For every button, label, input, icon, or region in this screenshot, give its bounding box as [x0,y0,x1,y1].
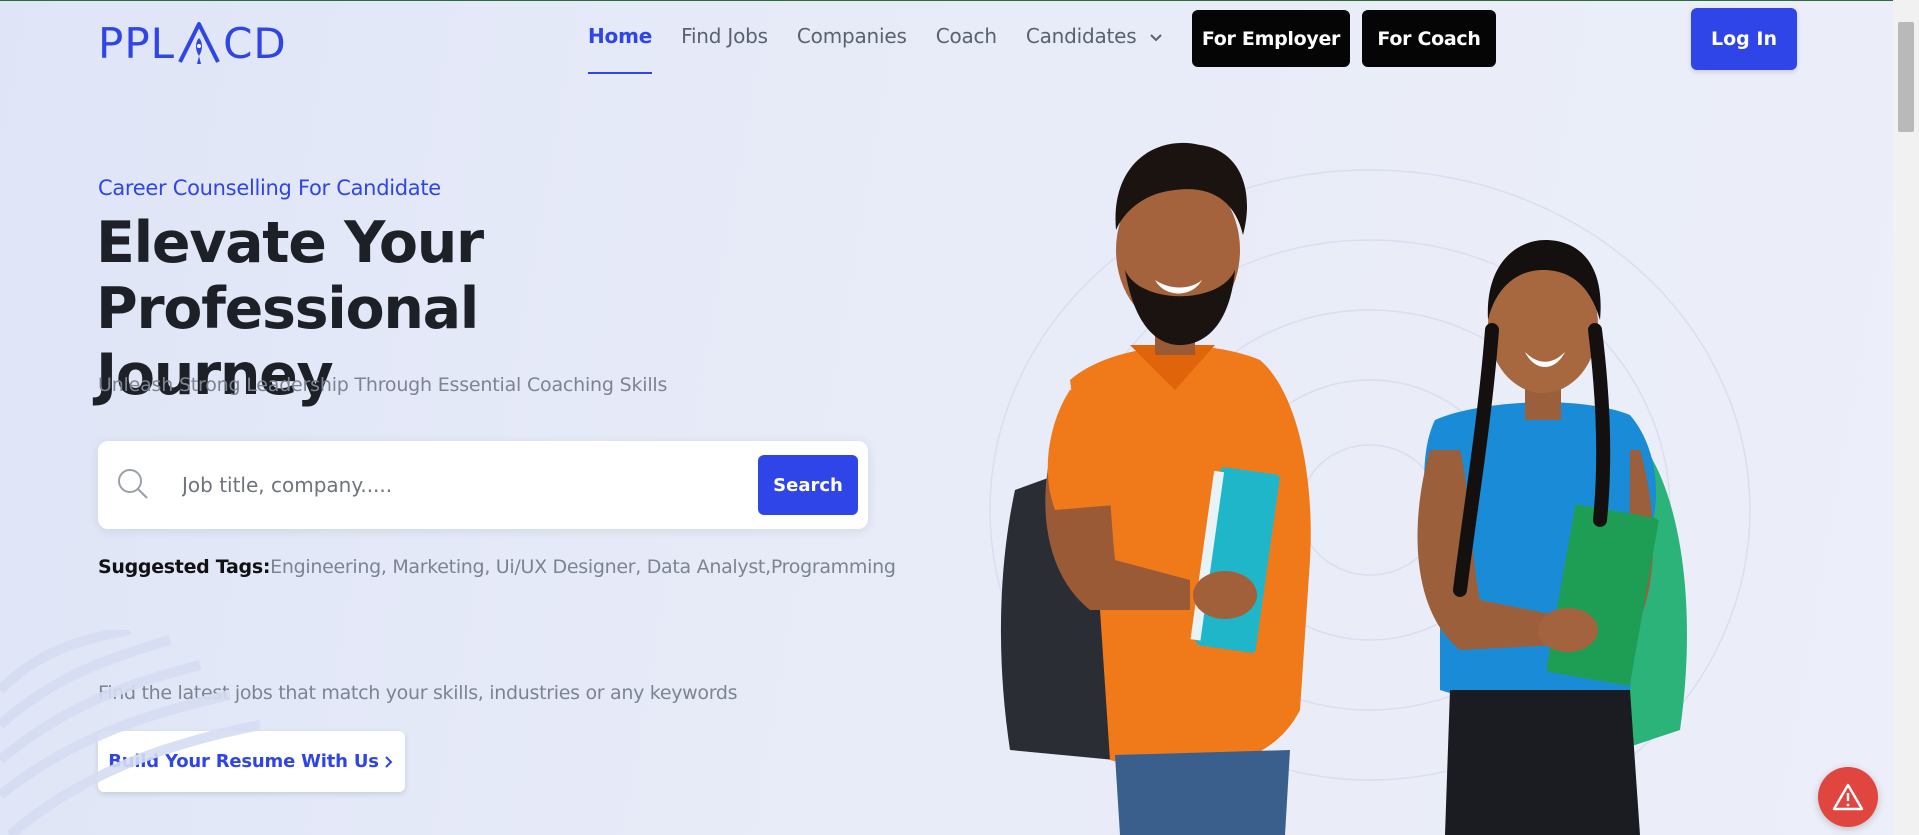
logo-text-right: CD [223,18,287,68]
for-employer-button[interactable]: For Employer [1192,10,1350,67]
hero-eyebrow: Career Counselling For Candidate [98,176,441,200]
search-icon [118,469,148,499]
top-border [0,0,1919,1]
nav-companies[interactable]: Companies [797,24,907,48]
job-search-input[interactable] [182,463,832,507]
suggested-tags-label: Suggested Tags: [98,556,271,578]
login-button[interactable]: Log In [1691,8,1797,70]
warning-icon [1832,783,1864,811]
nav-candidates-dropdown[interactable]: Candidates [1026,24,1163,48]
scrollbar-thumb[interactable] [1898,22,1914,132]
main-nav: Home Find Jobs Companies Coach Candidate… [588,24,1192,74]
suggested-tags-list[interactable]: Engineering, Marketing, Ui/UX Designer, … [270,556,896,578]
headline-line-1: Elevate Your Professional [96,210,484,342]
chevron-down-icon [1149,33,1162,41]
brand-logo[interactable]: PPL CD [98,18,287,68]
page-scrollbar[interactable] [1893,0,1919,835]
chevron-right-icon [385,755,393,768]
search-button[interactable]: Search [758,455,858,515]
report-issue-button[interactable] [1818,767,1878,827]
rocket-a-icon [178,22,220,64]
decorative-waves [0,630,260,835]
nav-home[interactable]: Home [588,24,652,74]
nav-find-jobs[interactable]: Find Jobs [681,24,768,48]
female-student [1417,240,1687,835]
nav-candidates-label: Candidates [1025,24,1137,48]
logo-text-left: PPL [98,18,176,68]
job-search-box: Search [98,441,868,529]
male-student [1000,142,1311,835]
nav-coach[interactable]: Coach [936,24,997,48]
students-illustration [989,142,1751,835]
for-coach-button[interactable]: For Coach [1362,10,1496,67]
hero-subhead: Unleash Strong Leadership Through Essent… [98,374,668,396]
suggested-tags: Suggested Tags:Engineering, Marketing, U… [98,556,896,578]
